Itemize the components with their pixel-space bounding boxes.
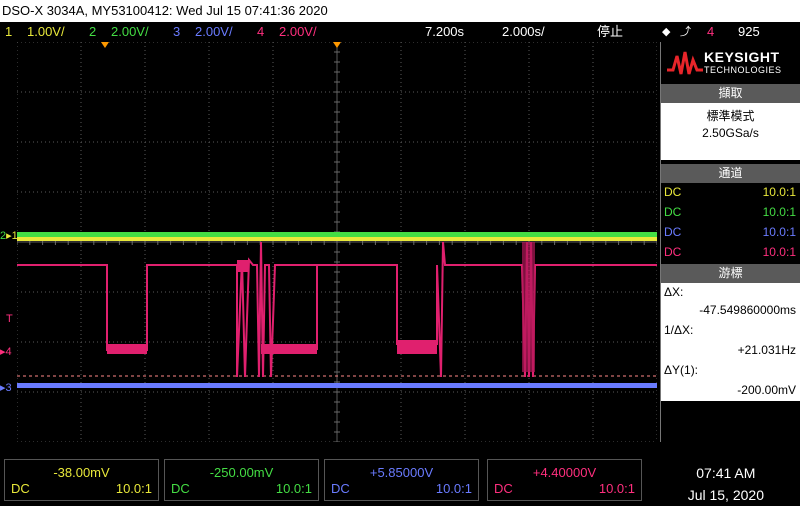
run-state[interactable]: 停止 xyxy=(597,22,623,42)
ch1-scale[interactable]: 1.00V/ xyxy=(27,22,65,42)
ch3-ground-marker[interactable]: ▸3 xyxy=(0,381,12,394)
dy-value: -200.00mV xyxy=(737,383,796,397)
ch2-scale[interactable]: 2.00V/ xyxy=(111,22,149,42)
ch4-num[interactable]: 4 xyxy=(257,22,264,42)
time-delay[interactable]: 7.200s xyxy=(425,22,464,42)
ch3-offset-box[interactable]: +5.85000V DC 10.0:1 xyxy=(324,459,479,501)
trigger-level[interactable]: 925 xyxy=(738,22,760,42)
ch4-ground-marker[interactable]: ▸4 xyxy=(0,345,12,358)
inv-dx-value: +21.031Hz xyxy=(737,343,796,357)
channels-header[interactable]: 通道 xyxy=(661,164,800,183)
cursors-header[interactable]: 游標 xyxy=(661,264,800,283)
ch4-scale[interactable]: 2.00V/ xyxy=(279,22,317,42)
acquire-header[interactable]: 擷取 xyxy=(661,84,800,103)
ch2-offset-box[interactable]: -250.00mV DC 10.0:1 xyxy=(164,459,319,501)
channel-scale-row: 1 1.00V/ 2 2.00V/ 3 2.00V/ 4 2.00V/ 7.20… xyxy=(0,22,800,42)
window-title: DSO-X 3034A, MY53100412: Wed Jul 15 07:4… xyxy=(0,0,800,22)
ch3-scale[interactable]: 2.00V/ xyxy=(195,22,233,42)
dx-value: -47.549860000ms xyxy=(699,303,796,317)
keysight-logo: KEYSIGHT TECHNOLOGIES xyxy=(661,42,800,84)
brand-subtitle: TECHNOLOGIES xyxy=(704,65,782,75)
channel-row: DC 10.0:1 xyxy=(664,205,796,219)
cursors-section: ΔX: -47.549860000ms 1/ΔX: +21.031Hz ΔY(1… xyxy=(661,283,800,401)
acquire-section: 標準模式 2.50GSa/s xyxy=(661,103,800,160)
channel-row: DC 10.0:1 xyxy=(664,185,796,199)
brand-name: KEYSIGHT xyxy=(704,49,780,65)
inv-dx-label: 1/ΔX: xyxy=(664,323,694,337)
ch2-trace xyxy=(17,232,657,237)
channels-section: DC 10.0:1 DC 10.0:1 DC 10.0:1 DC 10.0:1 xyxy=(661,183,800,262)
clock: 07:41 AM Jul 15, 2020 xyxy=(688,462,764,506)
ch4-offset-box[interactable]: +4.40000V DC 10.0:1 xyxy=(487,459,642,501)
trigger-channel[interactable]: 4 xyxy=(707,22,714,42)
ch2-num[interactable]: 2 xyxy=(89,22,96,42)
side-panel: KEYSIGHT TECHNOLOGIES 擷取 標準模式 2.50GSa/s … xyxy=(660,42,800,442)
time-scale[interactable]: 2.000s/ xyxy=(502,22,545,42)
ch1-offset-box[interactable]: -38.00mV DC 10.0:1 xyxy=(4,459,159,501)
waveform-graticule xyxy=(17,42,657,442)
dx-label: ΔX: xyxy=(664,285,684,299)
sample-rate: 2.50GSa/s xyxy=(702,126,759,140)
clock-time: 07:41 AM xyxy=(696,465,756,481)
ch3-trace xyxy=(17,383,657,388)
trigger-level-marker[interactable]: T xyxy=(6,313,13,325)
ch1-ground-marker[interactable]: 2▸1 xyxy=(0,229,18,242)
dy-label: ΔY(1): xyxy=(664,363,699,377)
ch3-num[interactable]: 3 xyxy=(173,22,180,42)
ch1-num[interactable]: 1 xyxy=(5,22,12,42)
channel-row: DC 10.0:1 xyxy=(664,245,796,259)
ch1-trace xyxy=(17,237,657,241)
trigger-edge-icon: ⤴ xyxy=(680,26,691,38)
channel-row: DC 10.0:1 xyxy=(664,225,796,239)
trigger-updown-icon: ◆ xyxy=(662,26,671,38)
waveform-display[interactable] xyxy=(17,42,657,442)
bottom-bar: -38.00mV DC 10.0:1 -250.00mV DC 10.0:1 +5.85… xyxy=(0,455,800,503)
keysight-wave-icon xyxy=(667,51,703,75)
acquire-mode: 標準模式 xyxy=(706,109,755,123)
